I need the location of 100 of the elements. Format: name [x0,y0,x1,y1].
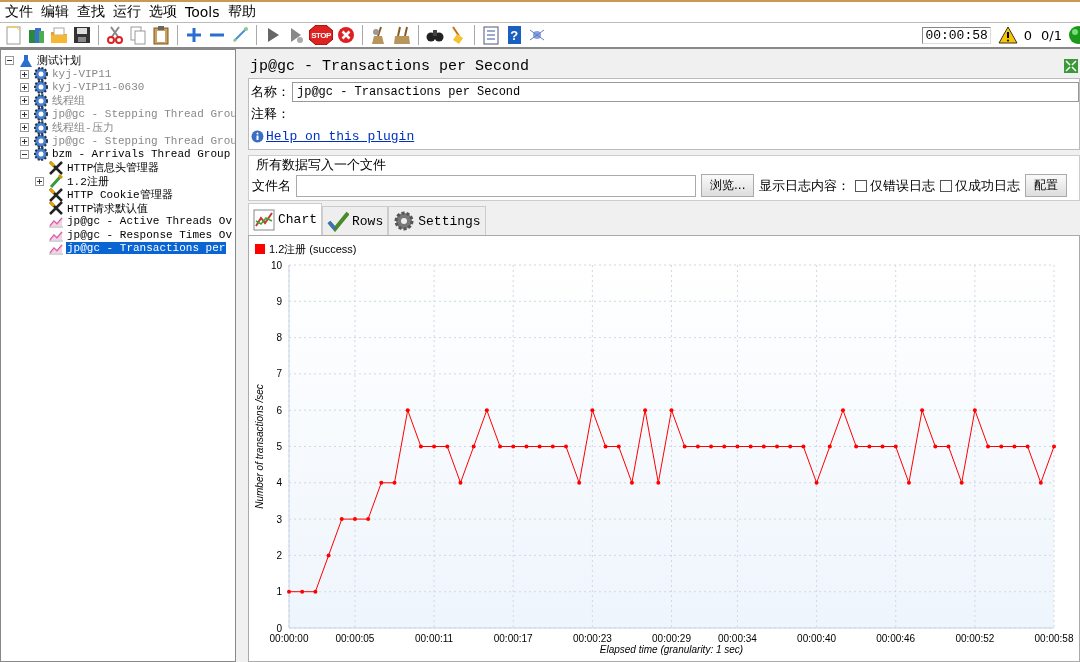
books-icon[interactable] [26,25,46,45]
tree-item[interactable]: bzm - Arrivals Thread Group [51,148,232,161]
browse-button[interactable]: 浏览... [701,174,755,197]
x-tick-label: 00:00:34 [718,633,757,644]
data-point [920,408,925,413]
data-point [972,408,977,413]
y-tick-label: 9 [276,295,282,307]
data-point [761,444,766,449]
menu-item[interactable]: 帮助 [224,3,261,21]
gear-icon [33,146,49,163]
data-point [616,444,621,449]
wrench-icon [48,159,64,176]
menu-item[interactable]: 文件 [2,3,38,21]
thread-count: 0/1 [1041,27,1062,43]
name-field[interactable]: jp@gc - Transactions per Second [292,82,1079,102]
data-point [775,444,779,449]
data-point [840,408,845,413]
data-point [722,444,727,449]
checkbox[interactable] [940,179,953,192]
info-icon [251,129,264,143]
y-tick-label: 0 [276,622,282,634]
tab[interactable]: Rows [322,206,389,235]
data-point [471,444,476,449]
expander-icon[interactable] [5,56,14,66]
tab[interactable]: Chart [248,203,322,235]
data-point [801,444,806,449]
checkbox[interactable] [855,179,868,192]
tree-item[interactable]: HTTP Cookie管理器 [66,187,174,203]
data-point [484,408,489,413]
x-tick-label: 00:00:00 [269,633,309,644]
data-point [564,444,568,449]
data-point [827,444,832,449]
data-point [366,517,371,522]
menu-item[interactable]: 选项 [146,3,182,21]
line-chart-icon [253,208,275,231]
broom-icon[interactable] [392,25,412,45]
expand-icon[interactable] [1064,59,1078,73]
panel-title: jp@gc - Transactions per Second [250,57,530,75]
close-icon[interactable] [336,25,356,45]
tree-item[interactable]: jp@gc - Transactions per [66,242,227,255]
menu-item[interactable]: 编辑 [38,3,74,21]
data-point [300,589,305,594]
tree-item[interactable]: HTTP信息头管理器 [66,160,161,176]
stop-sign-icon[interactable] [309,25,333,45]
data-point [656,480,661,485]
y-axis-title: Number of transactions /sec [254,384,265,509]
expander-icon[interactable] [35,176,44,186]
data-point [999,444,1004,449]
gear-icon [393,210,416,232]
data-point [352,517,357,522]
config-button[interactable]: 配置 [1025,174,1068,197]
data-point [603,444,608,449]
x-tick-label: 00:00:23 [572,633,612,644]
data-point [445,444,450,449]
data-point [906,480,911,485]
tree-item[interactable]: jp@gc - Response Times Ov [66,228,234,241]
warning-icon[interactable] [997,26,1018,44]
x-tick-label: 00:00:17 [493,633,533,644]
x-tick-label: 00:00:46 [876,633,916,644]
tree-item[interactable]: HTTP请求默认值 [66,200,150,216]
data-point [695,444,700,449]
plus-icon[interactable] [184,25,204,45]
flask-icon [18,52,34,69]
tree-item[interactable]: 测试计划 [36,53,82,69]
y-tick-label: 8 [276,332,282,344]
tree-item[interactable]: jp@gc - Active Threads Ov [66,215,234,228]
help-link[interactable]: Help on this plugin [266,128,415,144]
data-point [854,444,859,449]
y-tick-label: 7 [276,368,282,380]
expander-icon[interactable] [20,149,29,159]
data-point [814,480,819,485]
data-point [893,444,898,449]
clipboard-icon[interactable] [151,25,171,45]
menu-item[interactable]: 运行 [110,3,146,21]
data-point [550,444,555,449]
filename-field[interactable] [296,174,696,197]
menu-item[interactable]: 查找 [74,3,110,21]
gear-icon [33,79,49,96]
gear-icon [33,133,49,150]
y-tick-label: 5 [276,441,282,452]
data-point [590,408,595,413]
legend-label: 1.2注册 (success) [269,243,357,255]
gear-icon [33,92,49,109]
icon-glyph: ? [510,27,518,43]
field-label: 注释： [251,105,290,123]
data-point [577,480,582,485]
data-point [379,480,384,485]
data-point [498,444,503,449]
x-tick-label: 00:00:52 [955,633,995,644]
menu-item[interactable]: Tools [182,4,225,20]
data-point [629,480,634,485]
data-point [392,480,397,485]
scissors-icon[interactable] [105,25,125,45]
data-point [524,444,529,449]
data-point [418,444,423,449]
tab[interactable]: Settings [388,206,486,235]
y-tick-label: 4 [276,477,282,489]
data-point [511,444,516,449]
tree-item[interactable]: 1.2注册 [66,173,110,189]
y-tick-label: 6 [276,404,282,416]
